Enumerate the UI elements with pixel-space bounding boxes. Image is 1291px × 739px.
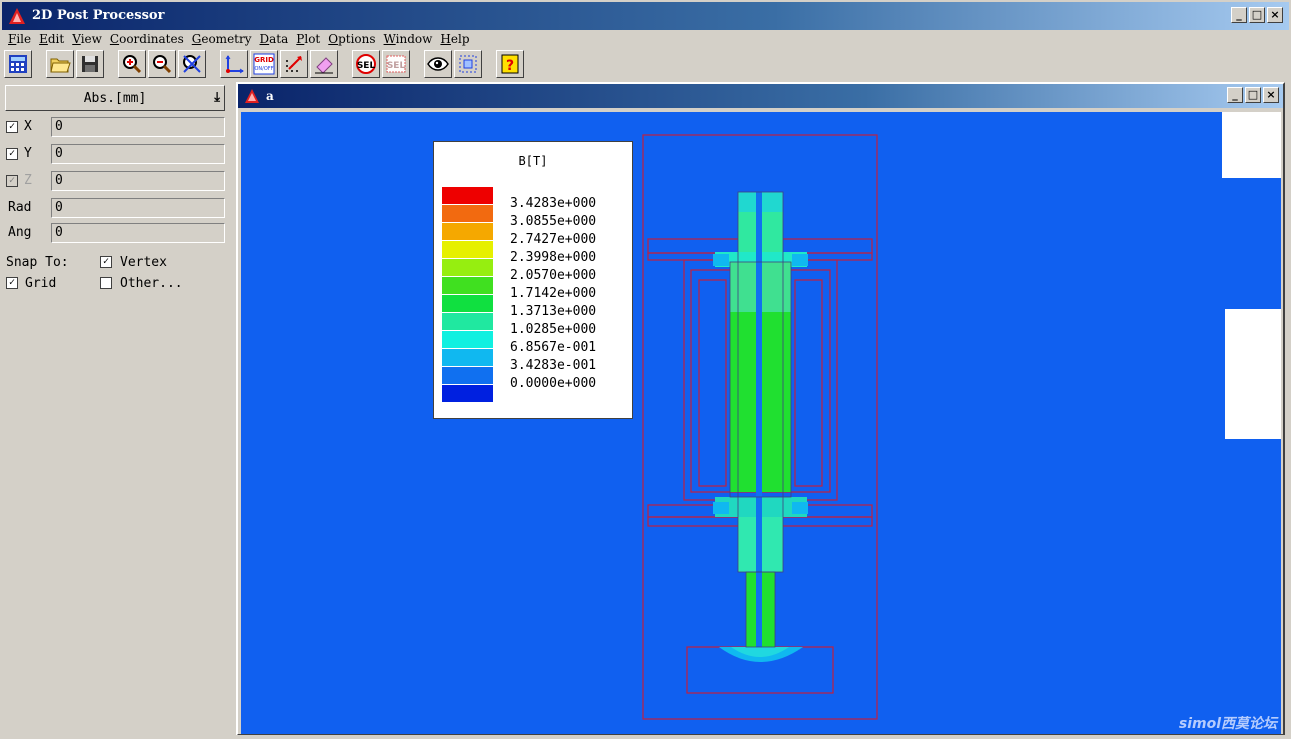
radius-label: Rad (8, 200, 32, 215)
plot-close-button[interactable]: × (1263, 87, 1279, 103)
status-bar (0, 735, 1291, 739)
z-input: 0 (51, 171, 225, 191)
menu-edit[interactable]: Edit (37, 30, 70, 48)
menu-view[interactable]: View (70, 30, 108, 48)
snap-point-button[interactable] (280, 50, 308, 78)
other-label: Other... (120, 276, 183, 291)
radius-row: Rad 0 (6, 197, 226, 219)
zoom-out-button[interactable] (148, 50, 176, 78)
maximize-button[interactable]: □ (1249, 7, 1265, 23)
coordinate-mode-dropdown[interactable]: Abs.[mm] ⤓ (5, 85, 225, 111)
svg-text:?: ? (506, 58, 514, 74)
vertex-label: Vertex (120, 255, 167, 270)
coordinate-mode-label: Abs.[mm] (83, 90, 147, 106)
x-input[interactable]: 0 (51, 117, 225, 137)
left-coil (698, 279, 727, 487)
z-checkbox: ✓ (6, 175, 18, 187)
plot-window-title: a (266, 89, 274, 103)
right-coil (794, 279, 823, 487)
angle-label: Ang (8, 225, 32, 240)
refresh-view-button[interactable] (454, 50, 482, 78)
menu-geometry[interactable]: Geometry (190, 30, 258, 48)
coordinates-panel: Abs.[mm] ⤓ ✓ X 0 ✓ Y 0 ✓ Z 0 Rad 0 Ang 0… (0, 82, 236, 735)
y-label: Y (24, 146, 32, 161)
help-button[interactable]: ? (496, 50, 524, 78)
menu-help[interactable]: Help (438, 30, 475, 48)
plot-window-logo-icon (245, 89, 259, 103)
select-icon: SEL (356, 54, 376, 74)
angle-input[interactable]: 0 (51, 223, 225, 243)
menu-coordinates[interactable]: Coordinates (108, 30, 190, 48)
menu-options[interactable]: Options (326, 30, 381, 48)
watermark-text: simol西莫论坛 (1178, 716, 1277, 732)
svg-text:GRID: GRID (254, 56, 274, 64)
app-title: 2D Post Processor (32, 8, 165, 23)
save-button[interactable] (76, 50, 104, 78)
eye-view-icon (427, 57, 449, 71)
zoom-out-icon (153, 55, 172, 74)
plot-window-title-bar: a _ □ × (238, 84, 1283, 108)
grid-toggle-button[interactable]: GRID ON/OFF (250, 50, 278, 78)
menu-plot[interactable]: Plot (294, 30, 326, 48)
other-checkbox[interactable] (100, 277, 112, 289)
zoom-in-button[interactable] (118, 50, 146, 78)
zoom-in-icon (123, 55, 142, 74)
radius-input[interactable]: 0 (51, 198, 225, 218)
x-label: X (24, 119, 32, 134)
grid-label: Grid (25, 276, 57, 291)
dropdown-arrow-icon: ⤓ (214, 90, 220, 105)
open-button[interactable] (46, 50, 74, 78)
toolbar: GRID ON/OFF SEL SEL ? (0, 48, 1291, 82)
eraser-icon (315, 57, 333, 74)
snap-point-icon (286, 56, 302, 72)
x-coordinate-row: ✓ X 0 (6, 116, 226, 138)
view-button[interactable] (424, 50, 452, 78)
z-coordinate-row: ✓ Z 0 (6, 170, 226, 192)
vertex-checkbox[interactable]: ✓ (100, 256, 112, 268)
app-logo-icon (9, 8, 25, 24)
snap-to-label: Snap To: (6, 255, 69, 270)
help-icon: ? (501, 54, 519, 74)
app-title-bar: 2D Post Processor _ □ × (0, 0, 1291, 30)
y-input[interactable]: 0 (51, 144, 225, 164)
plot-window: a _ □ × B[T] 3.4283e+000 3.0855e+000 2.742… (236, 82, 1285, 736)
select-button[interactable]: SEL (352, 50, 380, 78)
menu-data[interactable]: Data (258, 30, 295, 48)
angle-row: Ang 0 (6, 222, 226, 244)
coordinate-axes-icon (225, 55, 244, 74)
unselect-icon: SEL (386, 55, 406, 73)
y-coordinate-row: ✓ Y 0 (6, 143, 226, 165)
eraser-button[interactable] (310, 50, 338, 78)
grid-checkbox[interactable]: ✓ (6, 277, 18, 289)
open-folder-icon (50, 58, 71, 73)
unselect-button[interactable]: SEL (382, 50, 410, 78)
refresh-view-icon (459, 55, 477, 73)
minimize-button[interactable]: _ (1231, 7, 1247, 23)
menu-bar: File Edit View Coordinates Geometry Data Plot O… (0, 30, 1291, 48)
x-checkbox[interactable]: ✓ (6, 121, 18, 133)
field-plot (642, 134, 878, 720)
core-field-regions (713, 192, 808, 662)
plot-minimize-button[interactable]: _ (1227, 87, 1243, 103)
coordinate-system-button[interactable] (220, 50, 248, 78)
menu-window[interactable]: Window (382, 30, 439, 48)
z-label: Z (24, 173, 32, 188)
save-disk-icon (82, 56, 98, 72)
zoom-extents-icon (183, 55, 201, 73)
menu-file[interactable]: File (6, 30, 37, 48)
plot-maximize-button[interactable]: □ (1245, 87, 1261, 103)
plot-canvas[interactable]: B[T] 3.4283e+000 3.0855e+000 2.7427e+000 2.… (241, 112, 1281, 734)
grid-toggle-icon: GRID ON/OFF (253, 53, 275, 75)
zoom-extents-button[interactable] (178, 50, 206, 78)
close-button[interactable]: × (1267, 7, 1283, 23)
svg-text:SEL: SEL (387, 61, 406, 71)
y-checkbox[interactable]: ✓ (6, 148, 18, 160)
svg-text:SEL: SEL (357, 61, 376, 71)
calculator-icon (9, 55, 27, 73)
svg-text:ON/OFF: ON/OFF (254, 66, 273, 72)
calculator-button[interactable] (4, 50, 32, 78)
